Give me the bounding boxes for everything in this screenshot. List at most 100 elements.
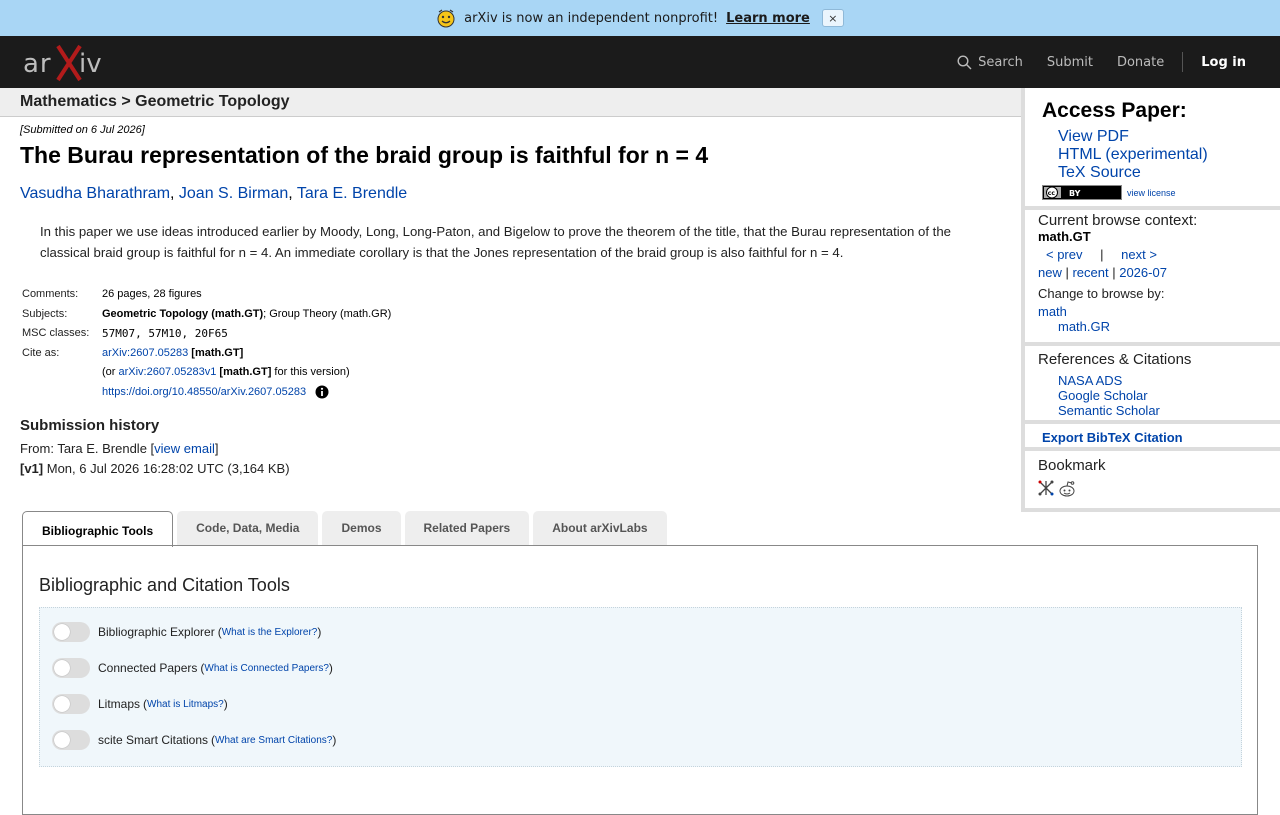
labs-tabs: Bibliographic Tools Code, Data, Media De… — [22, 511, 671, 547]
tools-box: Bibliographic Explorer (What is the Expl… — [39, 607, 1242, 767]
close-paren: ) — [332, 733, 337, 747]
tool-label: Connected Papers — [98, 661, 198, 675]
references-links: NASA ADS Google Scholar Semantic Scholar — [1058, 373, 1160, 418]
references-heading: References & Citations — [1038, 351, 1192, 368]
version-row: (or arXiv:2607.05283v1 [math.GT] for thi… — [20, 364, 393, 384]
version-suffix: for this version) — [271, 366, 350, 378]
info-icon[interactable] — [315, 385, 329, 399]
tex-source-link[interactable]: TeX Source — [1058, 164, 1208, 182]
search-nav[interactable]: Search — [957, 55, 1023, 70]
tool-label: scite Smart Citations — [98, 733, 209, 747]
view-license-link[interactable]: view license — [1127, 188, 1176, 198]
sidebar-divider — [1025, 420, 1280, 424]
license: cc BY view license — [1042, 185, 1176, 200]
v1-label: [v1] — [20, 461, 44, 476]
tool-label: Litmaps — [98, 697, 141, 711]
tool-help-link[interactable]: What is Connected Papers? — [204, 663, 329, 674]
version-id-link[interactable]: arXiv:2607.05283v1 — [119, 366, 217, 378]
close-paren: ) — [223, 697, 228, 711]
tool-help-link[interactable]: What are Smart Citations? — [215, 735, 332, 746]
announcement-banner: arXiv is now an independent nonprofit! L… — [0, 0, 1280, 36]
cc-by-license-badge[interactable]: cc BY — [1042, 185, 1122, 200]
view-email-link[interactable]: view email — [154, 441, 215, 456]
litmaps-toggle[interactable] — [52, 694, 90, 714]
bookmark-icons — [1038, 480, 1076, 498]
browse-links: new | recent | 2026-07 — [1038, 265, 1167, 280]
cite-row: Cite as: arXiv:2607.05283 [math.GT] — [20, 345, 393, 365]
browse-context: math.GT — [1038, 229, 1091, 244]
tab-about-arxivlabs[interactable]: About arXivLabs — [533, 511, 667, 545]
tab-panel: Bibliographic and Citation Tools Bibliog… — [22, 545, 1258, 815]
author-link[interactable]: Vasudha Bharathram — [20, 185, 170, 202]
browse-nav: < prev | next > — [1046, 247, 1157, 262]
comments-value: 26 pages, 28 figures — [102, 288, 202, 300]
paper-title: The Burau representation of the braid gr… — [20, 142, 709, 168]
semantic-scholar-link[interactable]: Semantic Scholar — [1058, 403, 1160, 418]
doi-link[interactable]: https://doi.org/10.48550/arXiv.2607.0528… — [102, 386, 306, 398]
learn-more-link[interactable]: Learn more — [726, 11, 810, 26]
secondary-subject: ; Group Theory (math.GR) — [263, 307, 392, 320]
browse-math-gr-link[interactable]: math.GR — [1058, 319, 1110, 334]
browse-math-link[interactable]: math — [1038, 304, 1067, 319]
tab-bibliographic-tools[interactable]: Bibliographic Tools — [22, 511, 174, 547]
export-bibtex-link[interactable]: Export BibTeX Citation — [1042, 430, 1183, 445]
tool-help-link[interactable]: What is the Explorer? — [222, 627, 318, 638]
toggle-knob — [54, 696, 70, 712]
primary-subject: Geometric Topology (math.GT) — [102, 307, 264, 320]
google-scholar-link[interactable]: Google Scholar — [1058, 388, 1160, 403]
html-link[interactable]: HTML (experimental) — [1058, 146, 1208, 164]
sidebar-divider — [1025, 447, 1280, 451]
version-class: [math.GT] — [219, 366, 272, 378]
header-nav: Search Submit Donate Log in — [957, 36, 1280, 88]
submit-nav[interactable]: Submit — [1047, 55, 1093, 70]
reddit-icon[interactable] — [1058, 480, 1076, 498]
close-paren: ) — [328, 661, 333, 675]
author-link[interactable]: Tara E. Brendle — [297, 185, 407, 202]
access-links: View PDF HTML (experimental) TeX Source — [1058, 128, 1208, 182]
tab-related-papers[interactable]: Related Papers — [404, 511, 530, 545]
month-link[interactable]: 2026-07 — [1119, 265, 1167, 280]
access-paper-heading: Access Paper: — [1042, 99, 1187, 122]
login-nav[interactable]: Log in — [1201, 55, 1246, 70]
tab-demos[interactable]: Demos — [322, 511, 401, 545]
recent-link[interactable]: recent — [1072, 265, 1108, 280]
link-separator: | — [1061, 265, 1073, 280]
connected-papers-toggle[interactable] — [52, 658, 90, 678]
bibsonomy-icon[interactable] — [1038, 480, 1054, 496]
view-pdf-link[interactable]: View PDF — [1058, 128, 1208, 146]
subjects-label: Subjects: — [22, 307, 68, 320]
svg-text:cc: cc — [1048, 190, 1056, 197]
v1-text: Mon, 6 Jul 2026 16:28:02 UTC (3,164 KB) — [43, 461, 290, 476]
donate-nav[interactable]: Donate — [1117, 55, 1164, 70]
author-link[interactable]: Joan S. Birman — [179, 185, 288, 202]
cite-id-link[interactable]: arXiv:2607.05283 — [102, 347, 188, 359]
tool-row: Bibliographic Explorer (What is the Expl… — [52, 622, 321, 642]
nav-separator: | — [1100, 247, 1104, 262]
doi-row: https://doi.org/10.48550/arXiv.2607.0528… — [20, 384, 393, 404]
arxiv-logo[interactable]: ar iv — [22, 43, 114, 83]
toggle-knob — [54, 732, 70, 748]
prev-link[interactable]: < prev — [1046, 247, 1083, 262]
metadata-table: Comments: 26 pages, 28 figures Subjects:… — [20, 286, 393, 403]
author-list: Vasudha Bharathram, Joan S. Birman, Tara… — [20, 185, 408, 202]
tool-help-link[interactable]: What is Litmaps? — [147, 699, 224, 710]
nasa-ads-link[interactable]: NASA ADS — [1058, 373, 1160, 388]
subjects-row: Subjects: Geometric Topology (math.GT); … — [20, 306, 393, 326]
link-separator: | — [1108, 265, 1120, 280]
next-link[interactable]: next > — [1121, 247, 1157, 262]
svg-text:iv: iv — [79, 49, 102, 79]
cite-label: Cite as: — [22, 346, 60, 359]
toggle-knob — [54, 624, 70, 640]
sidebar-divider — [1025, 206, 1280, 210]
version-prefix: (or — [102, 366, 119, 378]
bibliographic-explorer-toggle[interactable] — [52, 622, 90, 642]
tool-row: Connected Papers (What is Connected Pape… — [52, 658, 333, 678]
abstract: In this paper we use ideas introduced ea… — [40, 224, 951, 260]
new-link[interactable]: new — [1038, 265, 1062, 280]
scite-toggle[interactable] — [52, 730, 90, 750]
comments-row: Comments: 26 pages, 28 figures — [20, 286, 393, 306]
tools-heading: Bibliographic and Citation Tools — [39, 575, 290, 595]
tab-code-data-media[interactable]: Code, Data, Media — [177, 511, 319, 545]
close-banner-button[interactable]: × — [821, 9, 844, 27]
submitted-date: [Submitted on 6 Jul 2026] — [20, 124, 145, 136]
